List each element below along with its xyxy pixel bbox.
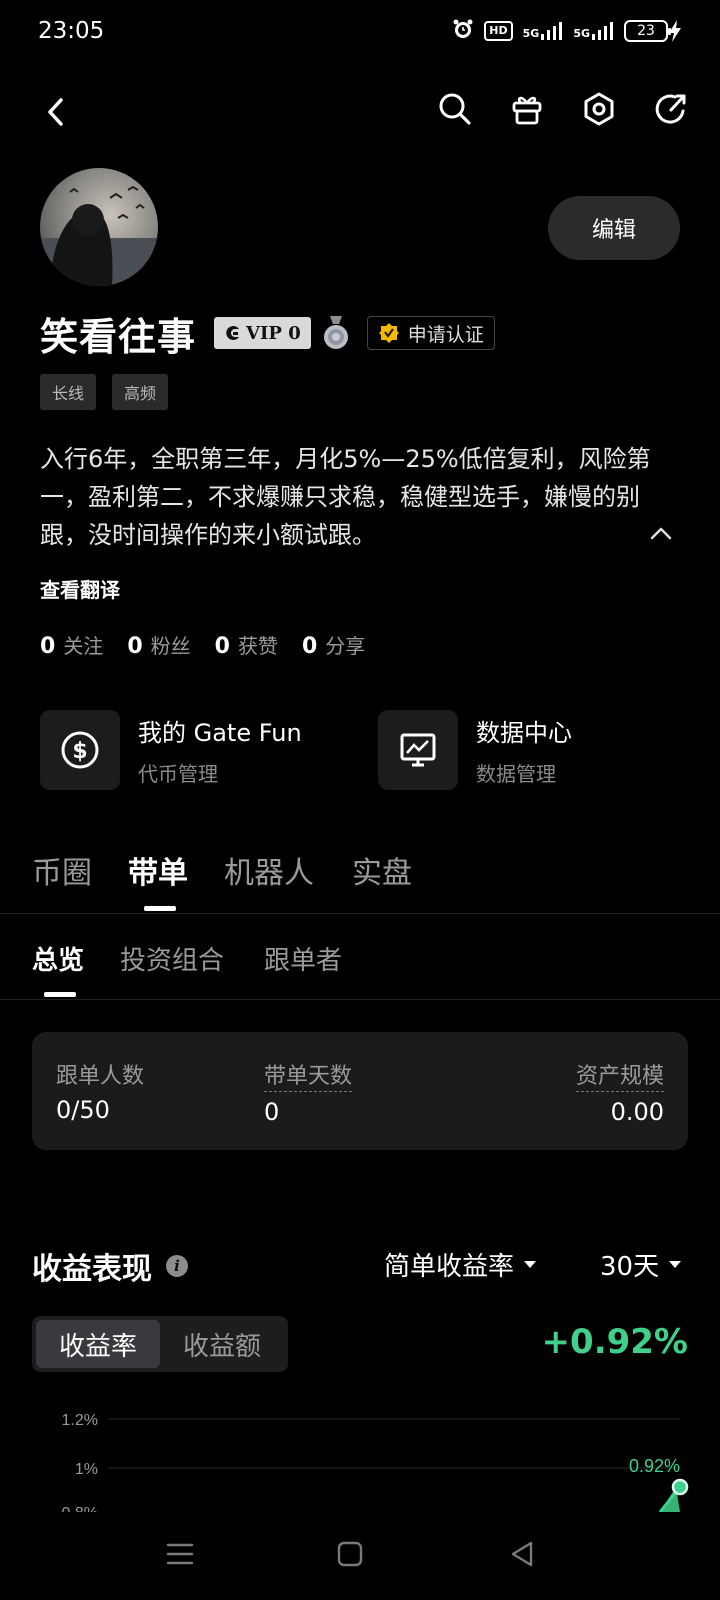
- stat-label: 分享: [325, 634, 366, 658]
- stat-followers[interactable]: 0 粉丝: [127, 630, 190, 659]
- period-dropdown-value: 30天: [600, 1252, 660, 1282]
- last-point-marker: [671, 1478, 689, 1496]
- lead-days-value: 0: [264, 1098, 280, 1126]
- return-type-segment: 收益率 收益额: [32, 1316, 288, 1372]
- status-icons: HD 5G 5G 23: [452, 18, 671, 44]
- tag-list: 长线 高频: [40, 374, 169, 410]
- tab-portfolio[interactable]: 投资组合: [120, 940, 224, 977]
- svg-text:$: $: [72, 739, 87, 764]
- battery-icon: 23: [624, 20, 671, 42]
- stat-number: 0: [40, 634, 56, 659]
- collapse-chevron-icon[interactable]: [650, 525, 672, 544]
- tag: 长线: [40, 374, 97, 410]
- sub-tab-indicator: [44, 992, 76, 997]
- settings-icon[interactable]: [578, 88, 620, 130]
- performance-chart: 1.2% 1% 0.8% 0.92%: [0, 1400, 720, 1512]
- tab-copy-trading[interactable]: 带单: [128, 848, 188, 892]
- back-nav-icon[interactable]: [502, 1534, 542, 1574]
- stat-label: 获赞: [237, 634, 278, 658]
- segment-return-rate[interactable]: 收益率: [36, 1320, 160, 1368]
- followers-count-value: 0/50: [56, 1096, 110, 1124]
- menu-icon[interactable]: [160, 1534, 200, 1574]
- stat-shares[interactable]: 0 分享: [302, 630, 365, 659]
- signal-5g-icon: 5G: [523, 22, 564, 40]
- stat-label: 关注: [63, 634, 104, 658]
- dollar-circle-icon: $: [40, 710, 120, 790]
- performance-title: 收益表现: [32, 1252, 152, 1287]
- stat-number: 0: [127, 634, 143, 659]
- view-translation-link[interactable]: 查看翻译: [40, 574, 120, 603]
- username: 笑看往事: [40, 314, 197, 359]
- asset-scale-label[interactable]: 资产规模: [575, 1058, 664, 1092]
- main-tabs: 币圈 带单 机器人 实盘: [0, 840, 720, 914]
- tab-followers[interactable]: 跟单者: [264, 940, 342, 977]
- avatar[interactable]: [40, 168, 158, 286]
- vip-logo-icon: [226, 326, 240, 340]
- tab-live[interactable]: 实盘: [352, 848, 412, 892]
- search-icon[interactable]: [434, 88, 476, 130]
- charging-icon: [668, 20, 682, 47]
- tab-coin-circle[interactable]: 币圈: [32, 848, 92, 892]
- edit-button[interactable]: 编辑: [548, 196, 680, 260]
- return-value: +0.92%: [541, 1322, 688, 1362]
- tab-bots[interactable]: 机器人: [224, 848, 314, 892]
- verified-badge-icon: [378, 323, 399, 343]
- followers-count-label: 跟单人数: [56, 1064, 145, 1089]
- apply-verification-button[interactable]: 申请认证: [366, 316, 495, 350]
- summary-card: 跟单人数 0/50 带单天数 0 资产规模 0.00: [32, 1032, 688, 1150]
- sub-tabs: 总览 投资组合 跟单者: [0, 930, 720, 1000]
- medal-icon[interactable]: [321, 316, 351, 350]
- last-point-label: 0.92%: [629, 1456, 680, 1476]
- tab-indicator: [144, 906, 176, 911]
- tab-overview[interactable]: 总览: [32, 940, 84, 977]
- stat-label: 粉丝: [150, 634, 191, 658]
- caret-down-icon: [669, 1261, 682, 1268]
- status-bar: 23:05 HD 5G 5G 23: [0, 0, 720, 64]
- signal-5g-icon-2: 5G: [573, 22, 614, 40]
- segment-return-amount[interactable]: 收益额: [160, 1320, 284, 1368]
- verify-label: 申请认证: [407, 323, 484, 346]
- asset-scale-value: 0.00: [610, 1098, 664, 1126]
- y-tick-label: 1.2%: [62, 1412, 98, 1429]
- metric-dropdown[interactable]: 简单收益率: [384, 1246, 537, 1283]
- feature-subtitle: 数据管理: [476, 762, 556, 786]
- metric-dropdown-value: 简单收益率: [384, 1252, 515, 1282]
- status-time: 23:05: [38, 18, 105, 44]
- feature-title: 数据中心: [476, 719, 572, 747]
- stat-number: 0: [301, 634, 318, 659]
- alarm-icon: [452, 18, 474, 44]
- data-center-entry[interactable]: 数据中心 数据管理: [378, 710, 572, 790]
- feature-title: 我的 Gate Fun: [138, 719, 302, 747]
- performance-header: 收益表现 i: [32, 1244, 188, 1288]
- top-nav: [0, 84, 720, 140]
- caret-down-icon: [524, 1261, 537, 1268]
- period-dropdown[interactable]: 30天: [600, 1246, 682, 1283]
- back-icon[interactable]: [36, 92, 76, 132]
- lead-days-label[interactable]: 带单天数: [264, 1058, 353, 1092]
- stat-likes[interactable]: 0 获赞: [215, 630, 278, 659]
- y-tick-label: 1%: [75, 1461, 98, 1478]
- hd-icon: HD: [484, 21, 513, 41]
- system-nav-bar: [0, 1512, 720, 1600]
- share-icon[interactable]: [650, 88, 692, 130]
- y-tick-label-partial: 0.8%: [62, 1505, 98, 1512]
- profile-stats: 0 关注 0 粉丝 0 获赞 0 分享: [40, 630, 365, 659]
- feature-subtitle: 代币管理: [138, 762, 218, 786]
- vip-badge[interactable]: VIP 0: [214, 317, 311, 349]
- chart-monitor-icon: [378, 710, 458, 790]
- info-icon[interactable]: i: [166, 1255, 188, 1277]
- name-row: 笑看往事 VIP 0 申请认证: [40, 308, 495, 359]
- stat-number: 0: [214, 634, 230, 659]
- stat-following[interactable]: 0 关注: [40, 630, 103, 659]
- gift-icon[interactable]: [506, 88, 548, 130]
- vip-label: VIP 0: [246, 322, 301, 344]
- gate-fun-entry[interactable]: $ 我的 Gate Fun 代币管理: [40, 710, 302, 790]
- tag: 高频: [112, 374, 169, 410]
- home-icon[interactable]: [330, 1534, 370, 1574]
- bio-text: 入行6年，全职第三年，月化5%—25%低倍复利，风险第一，盈利第二，不求爆赚只求…: [40, 445, 651, 549]
